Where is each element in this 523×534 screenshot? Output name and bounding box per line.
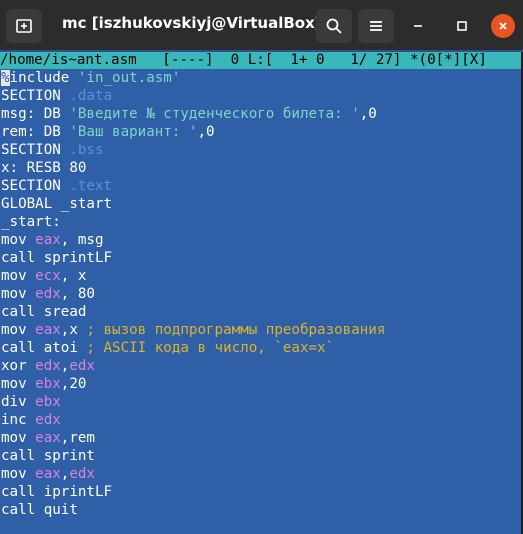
code-token: edx [35, 286, 61, 302]
code-token: ecx [35, 268, 61, 284]
code-token: SECTION [1, 142, 70, 158]
code-line[interactable]: mov ecx, x [0, 267, 523, 285]
code-token: mov [1, 322, 36, 338]
minimize-button[interactable] [406, 14, 430, 38]
code-token: , x [60, 268, 87, 284]
code-line[interactable]: %include 'in_out.asm' [0, 69, 523, 87]
code-line[interactable]: SECTION .text [0, 177, 523, 195]
code-editor[interactable]: %include 'in_out.asm' SECTION .data msg: D… [0, 69, 523, 519]
code-line[interactable]: rem: DB 'Ваш вариант: ',0 [0, 123, 523, 141]
new-tab-icon [16, 19, 32, 33]
text-cursor: % [1, 70, 10, 86]
code-token: ,0 [197, 124, 215, 140]
code-line[interactable]: GLOBAL _start [0, 195, 523, 213]
code-token: edx [35, 358, 61, 374]
code-token: 'Введите № студенческого билета: ' [69, 106, 360, 122]
editor-status-line: /home/is~ant.asm [----] 0 L:[ 1+ 0 1/ 27… [0, 52, 523, 69]
code-token: eax [35, 466, 61, 482]
code-line[interactable]: call iprintLF [0, 483, 523, 501]
code-line[interactable]: mov edx, 80 [0, 285, 523, 303]
maximize-button[interactable] [450, 14, 474, 38]
code-token: ,20 [60, 376, 87, 392]
code-line[interactable]: msg: DB 'Введите № студенческого билета:… [0, 105, 523, 123]
code-token: xor [1, 358, 36, 374]
code-line[interactable]: SECTION .data [0, 87, 523, 105]
code-token: rem: DB [1, 124, 70, 140]
code-line[interactable]: xor edx,edx [0, 357, 523, 375]
code-line[interactable]: mov eax,edx [0, 465, 523, 483]
code-line[interactable]: _start: [0, 213, 523, 231]
code-token: mov [1, 466, 36, 482]
code-token: call sread [1, 304, 87, 320]
code-line[interactable]: mov ebx,20 [0, 375, 523, 393]
menu-button[interactable] [358, 9, 394, 43]
code-token: mov [1, 286, 36, 302]
code-line[interactable]: mov eax,x ; вызов подпрограммы преобразо… [0, 321, 523, 339]
minimize-icon [414, 25, 422, 27]
code-token: ,0 [359, 106, 377, 122]
code-token: ,rem [60, 430, 95, 446]
code-token: ebx [35, 376, 61, 392]
code-token: edx [35, 412, 61, 428]
maximize-icon [457, 21, 467, 31]
new-tab-button[interactable] [6, 9, 42, 43]
code-line[interactable]: mov eax,rem [0, 429, 523, 447]
code-line[interactable]: call sprint [0, 447, 523, 465]
code-line[interactable]: call quit [0, 501, 523, 519]
code-token: .bss [69, 142, 104, 158]
code-token: eax [35, 430, 61, 446]
code-token: .text [69, 178, 113, 194]
code-token: mov [1, 268, 36, 284]
code-line[interactable]: call sread [0, 303, 523, 321]
code-line[interactable]: SECTION .bss [0, 141, 523, 159]
code-line[interactable]: call atoi ; ASCII кода в число, `eax=x` [0, 339, 523, 357]
code-token: ; ASCII кода в число, `eax=x` [86, 340, 335, 356]
hamburger-menu-icon [370, 21, 382, 31]
code-token: msg: DB [1, 106, 70, 122]
code-token: eax [35, 322, 61, 338]
code-token: GLOBAL _start [1, 196, 113, 212]
code-token: , 80 [60, 286, 95, 302]
code-token: ; вызов подпрограммы преобразования [86, 322, 386, 338]
code-line[interactable]: div ebx [0, 393, 523, 411]
terminal-window: mc [iszhukovskiyj@VirtualBox]:... /home/… [0, 0, 523, 534]
code-token: edx [69, 358, 95, 374]
code-token: inc [1, 412, 36, 428]
code-token: ebx [35, 394, 61, 410]
code-token: SECTION [1, 88, 70, 104]
close-button[interactable] [491, 14, 515, 38]
terminal-area[interactable]: /home/is~ant.asm [----] 0 L:[ 1+ 0 1/ 27… [0, 52, 523, 534]
code-token: call quit [1, 502, 78, 518]
search-icon [326, 18, 342, 34]
code-token: ,x [60, 322, 87, 338]
code-token: _start: [1, 214, 61, 230]
code-line[interactable]: mov eax, msg [0, 231, 523, 249]
code-token: mov [1, 232, 36, 248]
code-line[interactable]: x: RESB 80 [0, 159, 523, 177]
title-bar: mc [iszhukovskiyj@VirtualBox]:... [0, 0, 523, 50]
code-token: 'Ваш вариант: ' [69, 124, 198, 140]
code-token: .data [69, 88, 113, 104]
code-line[interactable]: call sprintLF [0, 249, 523, 267]
code-token: SECTION [1, 178, 70, 194]
window-title: mc [iszhukovskiyj@VirtualBox]:... [62, 14, 345, 32]
code-token: include [9, 70, 78, 86]
code-token: div [1, 394, 36, 410]
close-icon [499, 22, 507, 30]
code-token: call atoi [1, 340, 87, 356]
code-token: eax [35, 232, 61, 248]
code-token: 'in_out.asm' [77, 70, 181, 86]
code-token: mov [1, 430, 36, 446]
code-token: call iprintLF [1, 484, 113, 500]
code-line[interactable]: inc edx [0, 411, 523, 429]
code-token: , msg [60, 232, 104, 248]
code-token: call sprint [1, 448, 95, 464]
search-button[interactable] [316, 9, 352, 43]
code-token: edx [69, 466, 95, 482]
code-token: mov [1, 376, 36, 392]
code-token: call sprintLF [1, 250, 113, 266]
code-token: x: RESB 80 [1, 160, 87, 176]
